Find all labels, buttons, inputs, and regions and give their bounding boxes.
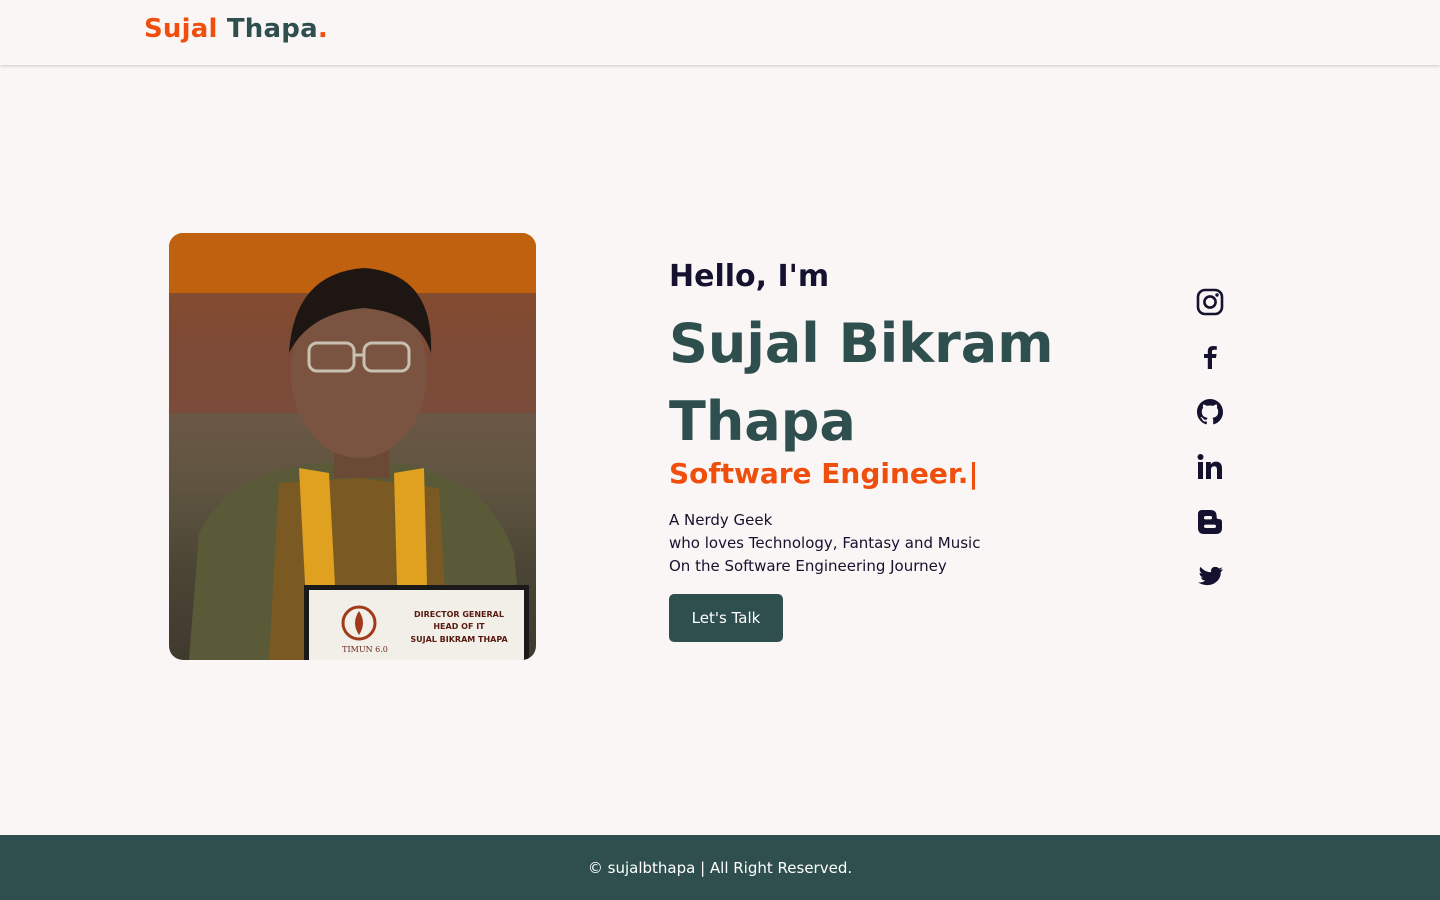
greeting: Hello, I'm [669, 259, 830, 294]
photo-nameplate-line-3: SUJAL BIKRAM THAPA [410, 635, 508, 644]
lets-talk-button[interactable]: Let's Talk [669, 594, 783, 642]
twitter-link[interactable] [1194, 561, 1226, 593]
bio-line: A Nerdy Geek [669, 511, 773, 529]
bio: A Nerdy Geek who loves Technology, Fanta… [669, 509, 1069, 578]
social-links [1194, 286, 1226, 616]
logo-dot: . [317, 14, 328, 44]
site-logo[interactable]: Sujal Thapa. [144, 14, 328, 44]
bio-line: who loves Technology, Fantasy and Music [669, 534, 981, 552]
linkedin-icon [1197, 454, 1222, 479]
facebook-link[interactable] [1194, 341, 1226, 373]
navbar: Sujal Thapa. [0, 0, 1440, 65]
facebook-icon [1204, 346, 1217, 369]
blogger-link[interactable] [1194, 506, 1226, 538]
github-link[interactable] [1194, 396, 1226, 428]
linkedin-link[interactable] [1194, 451, 1226, 483]
hero-name: Sujal Bikram Thapa [669, 312, 1054, 453]
bio-line: On the Software Engineering Journey [669, 557, 947, 575]
typed-role: Software Engineer.| [669, 457, 979, 490]
instagram-icon [1196, 288, 1224, 316]
github-icon [1197, 399, 1223, 425]
profile-photo: TIMUN 6.0 DIRECTOR GENERAL HEAD OF IT SU… [169, 233, 536, 660]
logo-last-name: Thapa [226, 14, 318, 44]
copyright-text: © sujalbthapa | All Right Reserved. [587, 858, 853, 877]
photo-nameplate-line-2: HEAD OF IT [433, 622, 485, 631]
instagram-link[interactable] [1194, 286, 1226, 318]
photo-nameplate-line-1: DIRECTOR GENERAL [414, 610, 504, 619]
blogger-icon [1198, 510, 1222, 534]
logo-first-name: Sujal [144, 14, 218, 44]
footer: © sujalbthapa | All Right Reserved. [0, 835, 1440, 900]
twitter-icon [1198, 566, 1223, 586]
photo-logo-text: TIMUN 6.0 [342, 645, 388, 654]
